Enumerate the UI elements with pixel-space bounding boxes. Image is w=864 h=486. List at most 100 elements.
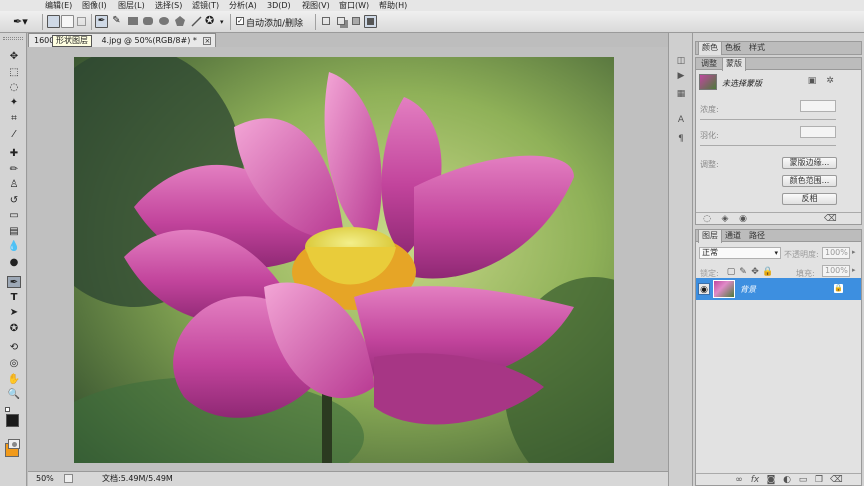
gradient-tool-icon[interactable]: ▤ — [7, 226, 21, 238]
lock-position-icon[interactable]: ✥ — [750, 267, 760, 277]
rectangle-shape-icon[interactable] — [127, 15, 140, 28]
exclude-overlapping-icon[interactable] — [364, 15, 377, 28]
polygon-shape-icon[interactable] — [174, 15, 187, 28]
visibility-icon[interactable]: ◉ — [738, 214, 748, 224]
zoom-level[interactable]: 50% — [36, 472, 54, 486]
history-brush-tool-icon[interactable]: ↺ — [7, 195, 21, 207]
fill-slider-icon[interactable]: ▸ — [852, 266, 856, 274]
new-layer-icon[interactable]: ❐ — [814, 475, 824, 485]
brush-tool-icon[interactable]: ✏ — [7, 164, 21, 176]
paragraph-panel-icon[interactable]: ¶ — [675, 134, 687, 144]
type-tool-icon[interactable]: T — [7, 292, 21, 304]
eraser-tool-icon[interactable]: ▭ — [7, 210, 21, 222]
auto-add-delete-checkbox[interactable]: ✓ — [236, 17, 244, 25]
opacity-field[interactable]: 100% — [822, 247, 850, 259]
freeform-pen-icon[interactable]: ✎ — [110, 15, 123, 28]
lasso-tool-icon[interactable]: ◌ — [7, 82, 21, 94]
delete-layer-icon[interactable]: ⌫ — [830, 475, 843, 485]
lock-image-icon[interactable]: ✎ — [738, 267, 748, 277]
chevron-down-icon[interactable]: ▾ — [220, 18, 224, 26]
healing-brush-tool-icon[interactable]: ✚ — [7, 148, 21, 160]
pen-tool-preset-icon[interactable]: ✒▾ — [13, 15, 33, 29]
actions-panel-icon[interactable]: ▶ — [675, 71, 687, 81]
menu-image[interactable]: 图像(I) — [82, 0, 107, 11]
invert-button[interactable]: 反相 — [782, 193, 837, 205]
layer-name[interactable]: 背景 — [740, 284, 756, 295]
mask-edge-button[interactable]: 蒙版边缘... — [782, 157, 837, 169]
3d-orbit-tool-icon[interactable]: ◎ — [7, 358, 21, 370]
3d-rotate-tool-icon[interactable]: ⟲ — [7, 342, 21, 354]
character-panel-icon[interactable]: A — [675, 115, 687, 125]
lock-transparent-icon[interactable]: ▢ — [726, 267, 736, 277]
opacity-slider-icon[interactable]: ▸ — [852, 248, 856, 256]
zoom-tool-icon[interactable]: 🔍 — [7, 389, 21, 401]
new-group-icon[interactable]: ▭ — [798, 475, 808, 485]
status-info-icon[interactable] — [64, 474, 73, 483]
menu-filter[interactable]: 滤镜(T) — [192, 0, 219, 11]
add-mask-icon[interactable]: ◙ — [766, 475, 776, 485]
blur-tool-icon[interactable]: 💧 — [7, 241, 21, 253]
lock-icon[interactable]: 🔒 — [834, 284, 843, 293]
vector-mask-icon[interactable]: ✲ — [824, 76, 836, 86]
menu-edit[interactable]: 编辑(E) — [45, 0, 72, 11]
fill-field[interactable]: 100% — [822, 265, 850, 277]
default-colors-icon[interactable] — [5, 407, 10, 412]
blend-mode-select[interactable]: 正常 ▾ — [699, 247, 781, 259]
path-selection-tool-icon[interactable]: ➤ — [7, 307, 21, 319]
clone-stamp-tool-icon[interactable]: ♙ — [7, 179, 21, 191]
menu-3d[interactable]: 3D(D) — [267, 0, 291, 11]
load-selection-icon[interactable]: ◌ — [702, 214, 712, 224]
layer-row-background[interactable]: ◉ 背景 🔒 — [696, 278, 861, 300]
brushes-panel-icon[interactable]: ▦ — [675, 89, 687, 99]
eyedropper-tool-icon[interactable]: ⁄ — [7, 129, 21, 141]
link-layers-icon[interactable]: ∞ — [734, 475, 744, 485]
adjustment-layer-icon[interactable]: ◐ — [782, 475, 792, 485]
hand-tool-icon[interactable]: ✋ — [7, 374, 21, 386]
tab-channels[interactable]: 通道 — [722, 230, 744, 242]
eye-icon[interactable]: ◉ — [698, 283, 710, 295]
ellipse-shape-icon[interactable] — [158, 15, 171, 28]
density-field[interactable] — [800, 100, 836, 112]
line-shape-icon[interactable] — [190, 15, 203, 28]
crop-tool-icon[interactable]: ⌗ — [7, 113, 21, 125]
pixel-mask-icon[interactable]: ▣ — [806, 76, 818, 86]
marquee-tool-icon[interactable]: ⬚ — [7, 67, 21, 79]
lock-all-icon[interactable]: 🔒 — [762, 267, 773, 277]
paths-mode-button[interactable] — [61, 15, 74, 28]
panel-grip[interactable] — [3, 37, 23, 40]
add-to-shape-area-icon[interactable] — [320, 15, 333, 28]
move-tool-icon[interactable]: ✥ — [7, 51, 21, 63]
layer-style-icon[interactable]: fx — [750, 475, 760, 485]
history-panel-icon[interactable]: ◫ — [675, 56, 687, 66]
menu-window[interactable]: 窗口(W) — [339, 0, 369, 11]
menu-help[interactable]: 帮助(H) — [379, 0, 407, 11]
subtract-shape-area-icon[interactable] — [335, 15, 348, 28]
menu-analysis[interactable]: 分析(A) — [229, 0, 257, 11]
menu-view[interactable]: 视图(V) — [302, 0, 330, 11]
menu-layer[interactable]: 图层(L) — [118, 0, 145, 11]
custom-shape-tool-icon[interactable]: ✪ — [7, 323, 21, 335]
feather-field[interactable] — [800, 126, 836, 138]
density-slider[interactable] — [700, 119, 836, 120]
rounded-rectangle-shape-icon[interactable] — [142, 15, 155, 28]
lotus-photo[interactable] — [74, 57, 614, 463]
pen-tool-icon[interactable]: ✒ — [7, 276, 21, 288]
tab-layers[interactable]: 图层 — [698, 230, 722, 243]
pen-icon[interactable]: ✒ — [95, 15, 108, 28]
foreground-color-swatch[interactable] — [6, 414, 19, 427]
fill-pixels-mode-button[interactable] — [75, 15, 88, 28]
trash-icon[interactable]: ⌫ — [824, 214, 837, 224]
close-icon[interactable]: × — [203, 37, 212, 45]
tab-swatches[interactable]: 色板 — [722, 42, 744, 54]
apply-mask-icon[interactable]: ◈ — [720, 214, 730, 224]
feather-slider[interactable] — [700, 145, 836, 146]
tab-color[interactable]: 颜色 — [698, 42, 722, 55]
shape-layers-mode-button[interactable] — [47, 15, 60, 28]
dodge-tool-icon[interactable]: ● — [7, 257, 21, 269]
tab-adjustments[interactable]: 调整 — [698, 58, 720, 70]
custom-shape-icon[interactable]: ✪ — [205, 15, 218, 28]
tab-styles[interactable]: 样式 — [746, 42, 768, 54]
color-range-button[interactable]: 颜色范围... — [782, 175, 837, 187]
tab-paths[interactable]: 路径 — [746, 230, 768, 242]
tab-masks[interactable]: 蒙版 — [722, 58, 746, 71]
